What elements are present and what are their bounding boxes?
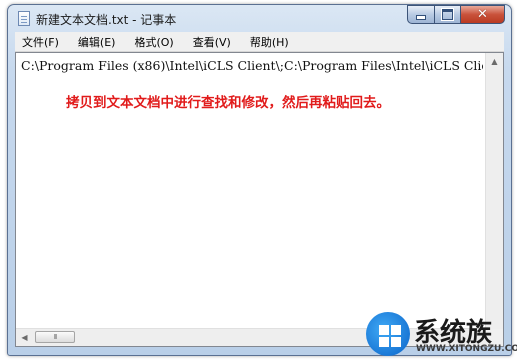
windows-logo-icon [379, 325, 401, 347]
vertical-scrollbar[interactable]: ▲ [485, 53, 503, 329]
maximize-button[interactable] [434, 5, 460, 24]
text-editor[interactable]: C:\Program Files (x86)\Intel\iCLS Client… [15, 52, 504, 347]
notepad-window: 新建文本文档.txt - 记事本 ✕ 文件(F) 编辑(E) 格式(O) 查看(… [7, 4, 512, 356]
maximize-icon [441, 8, 454, 21]
watermark-logo-icon [366, 312, 410, 356]
menu-format[interactable]: 格式(O) [131, 33, 176, 51]
menu-edit[interactable]: 编辑(E) [75, 33, 119, 51]
window-title: 新建文本文档.txt - 记事本 [36, 13, 177, 27]
menu-file[interactable]: 文件(F) [19, 33, 62, 51]
minimize-button[interactable] [407, 5, 434, 24]
window-controls: ✕ [407, 5, 505, 24]
menu-bar: 文件(F) 编辑(E) 格式(O) 查看(V) 帮助(H) [15, 32, 504, 52]
site-watermark: 系统族 WWW.XITONGZU.COM [364, 310, 517, 360]
minimize-icon [416, 15, 426, 20]
close-button[interactable]: ✕ [460, 5, 505, 24]
horizontal-scroll-thumb[interactable]: III [35, 331, 75, 343]
menu-view[interactable]: 查看(V) [190, 33, 234, 51]
editor-text[interactable]: C:\Program Files (x86)\Intel\iCLS Client… [21, 58, 483, 73]
menu-help[interactable]: 帮助(H) [247, 33, 292, 51]
scroll-left-icon[interactable]: ◀ [16, 329, 33, 346]
notepad-icon [18, 11, 30, 26]
close-icon: ✕ [477, 7, 488, 22]
scroll-up-icon[interactable]: ▲ [486, 53, 503, 70]
title-bar[interactable]: 新建文本文档.txt - 记事本 ✕ [8, 5, 511, 32]
watermark-url: WWW.XITONGZU.COM [416, 344, 517, 354]
annotation-text: 拷贝到文本文档中进行查找和修改，然后再粘贴回去。 [66, 95, 390, 111]
